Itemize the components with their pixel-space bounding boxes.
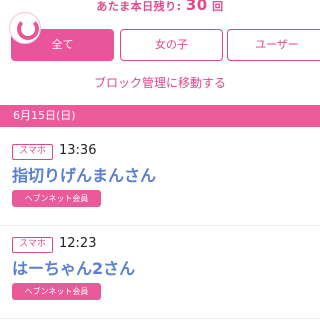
remaining-count-banner: あたま本日残り: 30 回 bbox=[0, 0, 320, 14]
remaining-count-prefix: あたま本日残り: bbox=[96, 0, 182, 13]
divider bbox=[0, 225, 320, 226]
block-management-link[interactable]: ブロック管理に移動する bbox=[0, 74, 320, 91]
device-badge: スマホ bbox=[12, 237, 53, 253]
date-header: 6月15日(日) bbox=[0, 105, 320, 127]
filter-tabs: 全て 女の子 ユーザー bbox=[11, 29, 320, 62]
visit-time: 12:23 bbox=[59, 236, 97, 251]
user-name[interactable]: 指切りげんまんさん bbox=[12, 162, 156, 186]
member-badge: ヘブンネット会員 bbox=[12, 190, 101, 207]
remaining-count-value: 30 bbox=[185, 0, 208, 14]
remaining-count-suffix: 回 bbox=[212, 0, 224, 13]
tab-users[interactable]: ユーザー bbox=[227, 29, 320, 61]
divider bbox=[0, 318, 320, 319]
device-badge: スマホ bbox=[12, 144, 53, 160]
visit-time: 13:36 bbox=[59, 143, 97, 158]
tab-girls[interactable]: 女の子 bbox=[120, 29, 223, 61]
user-name[interactable]: はーちゃん2さん bbox=[12, 255, 135, 279]
member-badge: ヘブンネット会員 bbox=[12, 283, 101, 300]
refresh-icon[interactable] bbox=[9, 12, 41, 44]
